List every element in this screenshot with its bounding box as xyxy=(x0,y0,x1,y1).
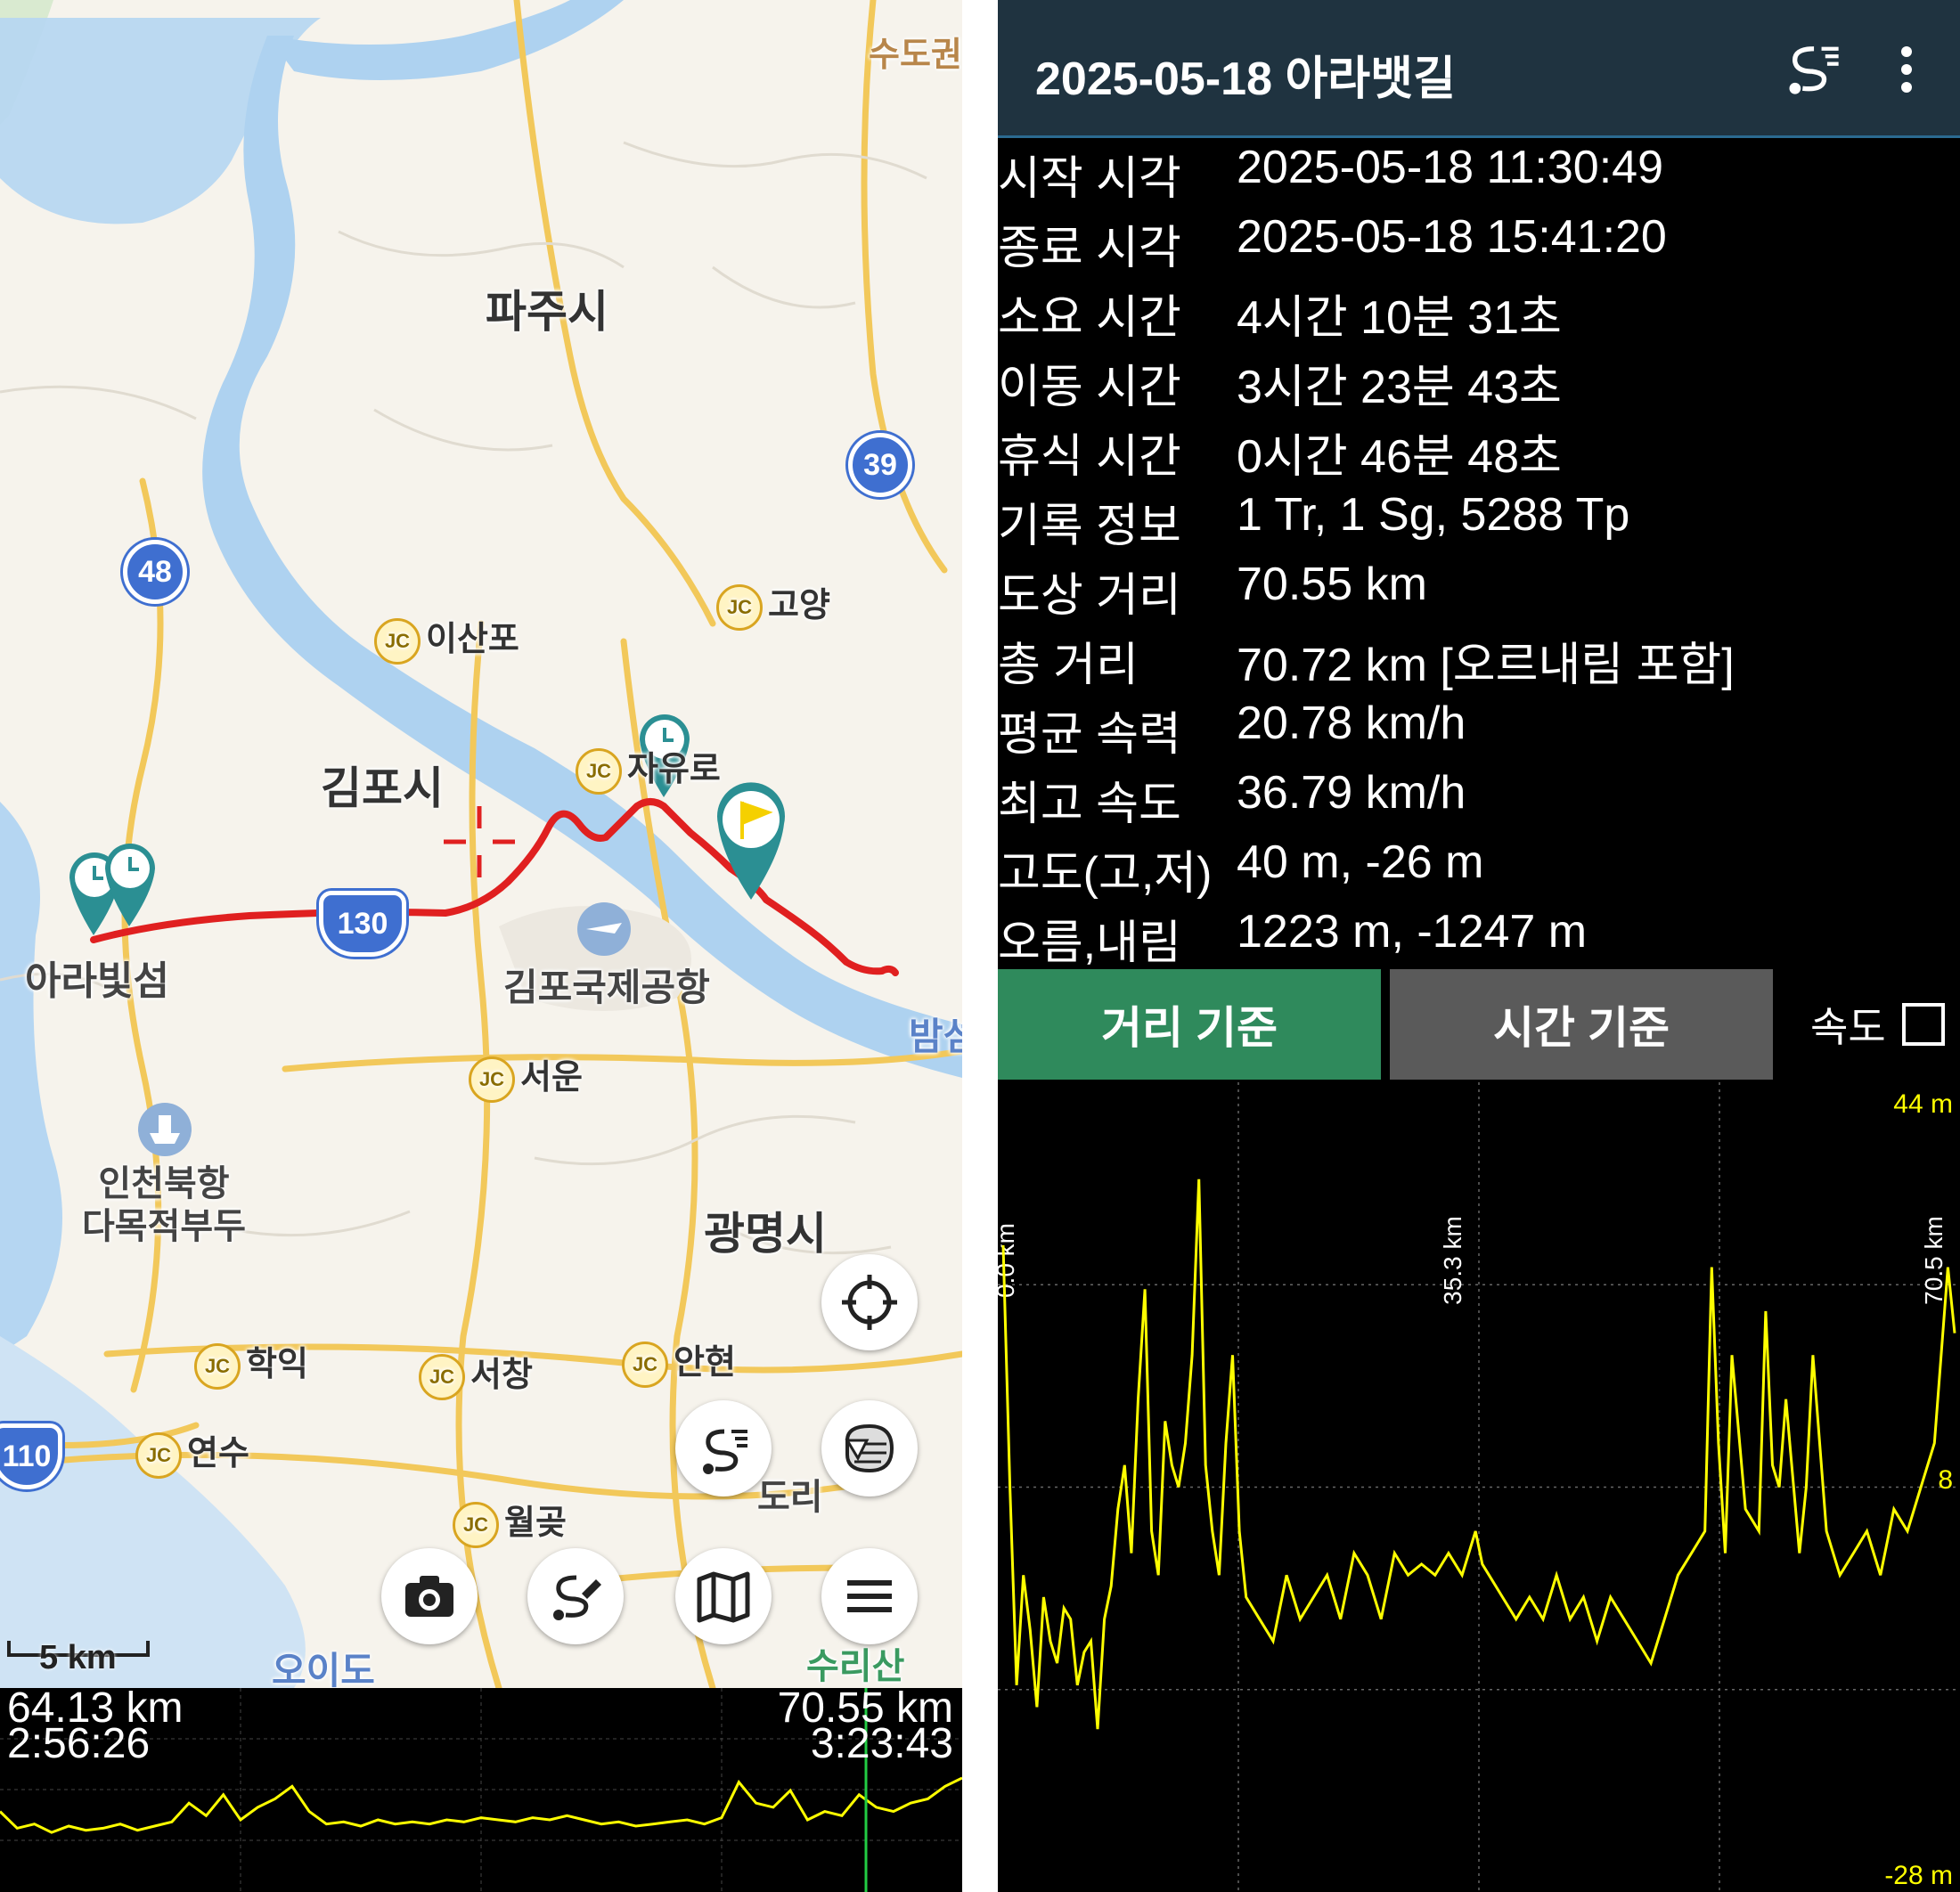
info-label: 소요 시간 xyxy=(998,292,1181,344)
jc-label-isanpo: JC 이산포 xyxy=(374,611,519,665)
info-label: 오름,내림 xyxy=(998,917,1181,969)
mini-right-time: 3:23:43 xyxy=(810,1720,953,1767)
place-label-oido: 오이도 xyxy=(272,1650,375,1692)
info-label: 총 거리 xyxy=(998,640,1139,691)
menu-button[interactable] xyxy=(821,1548,918,1644)
info-value: 70.72 km [오르내림 포함] xyxy=(1237,640,1735,691)
place-label-dori: 도리 xyxy=(757,1478,823,1517)
jc-label-wolgot: JC 월곶 xyxy=(453,1495,567,1548)
mini-elevation-profile[interactable]: 64.13 km 2:56:26 70.55 km 3:23:43 xyxy=(0,1687,962,1892)
place-label-incheon-port: 인천북항 다목적부두 xyxy=(82,1164,246,1246)
info-label: 고도(고,저) xyxy=(998,848,1213,900)
track-info-panel: 2025-05-18 아라뱃길 시작 시각 2025-05-18 11:30:49… xyxy=(998,0,1960,1892)
place-label-surisan: 수리산 xyxy=(806,1647,905,1686)
menu-icon xyxy=(847,1580,892,1612)
crosshair-icon xyxy=(842,1275,897,1330)
camera-button[interactable] xyxy=(381,1548,478,1644)
x-tick-label: 0.0 km xyxy=(998,1223,1019,1298)
layers-icon xyxy=(845,1423,894,1473)
edit-track-button[interactable] xyxy=(527,1548,624,1644)
speed-label: 속도 xyxy=(1810,1004,1886,1050)
info-value: 3시간 23분 43초 xyxy=(1237,362,1562,413)
scale-label: 5 km xyxy=(39,1639,117,1676)
info-value: 4시간 10분 31초 xyxy=(1237,292,1562,344)
jc-label-seoun: JC 서운 xyxy=(469,1049,583,1103)
route-edit-icon xyxy=(553,1575,601,1620)
map-select-button[interactable] xyxy=(675,1548,772,1644)
y-axis-mid-label: 8 xyxy=(1938,1465,1953,1495)
more-options-icon[interactable] xyxy=(1893,45,1920,98)
place-label-capital-area: 수도권 xyxy=(869,37,962,74)
speed-checkbox-box[interactable] xyxy=(1901,1003,1945,1046)
speed-checkbox[interactable]: 속도 xyxy=(1810,969,1945,1080)
info-label: 이동 시간 xyxy=(998,362,1181,413)
city-label-gimpo: 김포시 xyxy=(321,763,444,813)
title-bar: 2025-05-18 아라뱃길 xyxy=(998,0,1960,138)
info-label: 기록 정보 xyxy=(998,501,1181,552)
jc-label-anhyeon: JC 안현 xyxy=(622,1334,736,1388)
place-label-ara-island: 아라빛섬 xyxy=(25,959,169,1003)
place-label-gimpo-airport: 김포국제공항 xyxy=(503,966,710,1008)
city-label-paju: 파주시 xyxy=(486,287,608,337)
jc-label-yeonsu: JC 연수 xyxy=(135,1425,249,1479)
route-list-icon[interactable] xyxy=(1782,37,1844,100)
info-value: 1 Tr, 1 Sg, 5288 Tp xyxy=(1237,489,1630,541)
route-badge-130: 130 xyxy=(319,891,406,957)
info-value: 70.55 km xyxy=(1237,559,1427,610)
city-label-gwangmyeong: 광명시 xyxy=(704,1209,827,1259)
info-label: 평균 속력 xyxy=(998,709,1181,761)
info-label: 종료 시각 xyxy=(998,223,1181,274)
elevation-chart[interactable]: 0.0 km 35.3 km 70.5 km 44 m 8 -28 m xyxy=(998,1082,1960,1892)
route-badge-39: 39 xyxy=(848,433,912,497)
camera-icon xyxy=(405,1576,453,1617)
jc-label-hagik: JC 학익 xyxy=(194,1336,308,1390)
info-value: 2025-05-18 11:30:49 xyxy=(1237,142,1663,193)
info-label: 휴식 시간 xyxy=(998,431,1181,483)
tab-time[interactable]: 시간 기준 xyxy=(1390,969,1773,1080)
info-value: 36.79 km/h xyxy=(1237,767,1466,819)
track-title: 2025-05-18 아라뱃길 xyxy=(1035,53,1456,105)
info-label: 도상 거리 xyxy=(998,570,1181,622)
map-panel[interactable]: 파주시 김포시 광명시 수도권 아라빛섬 김포국제공항 인천북항 다목적부두 오… xyxy=(0,0,962,1892)
track-list-button[interactable] xyxy=(675,1400,772,1496)
x-tick-label: 70.5 km xyxy=(1920,1216,1948,1305)
jc-label-seochang: JC 서창 xyxy=(419,1347,533,1400)
map-icon xyxy=(697,1571,750,1623)
info-label: 최고 속도 xyxy=(998,779,1181,830)
info-value: 0시간 46분 48초 xyxy=(1237,431,1562,483)
mini-left-time: 2:56:26 xyxy=(7,1720,151,1767)
chart-tab-bar: 거리 기준 시간 기준 속도 xyxy=(998,969,1960,1080)
info-value: 1223 m, -1247 m xyxy=(1237,906,1588,958)
tab-distance[interactable]: 거리 기준 xyxy=(998,969,1381,1080)
y-axis-top-label: 44 m xyxy=(1893,1089,1953,1119)
layers-button[interactable] xyxy=(821,1400,918,1496)
jc-label-jayuro: JC 자유로 xyxy=(576,741,721,795)
x-tick-label: 35.3 km xyxy=(1439,1216,1466,1305)
info-label: 시작 시각 xyxy=(998,153,1181,205)
split-divider xyxy=(962,0,998,1892)
elevation-chart-svg[interactable]: 0.0 km 35.3 km 70.5 km 44 m 8 -28 m xyxy=(998,1082,1960,1892)
y-axis-bottom-label: -28 m xyxy=(1884,1861,1953,1890)
route-badge-48: 48 xyxy=(123,540,187,604)
route-icon xyxy=(703,1429,747,1474)
jc-label-goyang: JC 고양 xyxy=(716,577,830,631)
info-value: 2025-05-18 15:41:20 xyxy=(1237,211,1667,263)
info-value: 20.78 km/h xyxy=(1237,697,1466,749)
locate-button[interactable] xyxy=(821,1254,918,1350)
place-label-bam: 밤섬 xyxy=(909,1015,962,1057)
info-value: 40 m, -26 m xyxy=(1237,836,1484,888)
